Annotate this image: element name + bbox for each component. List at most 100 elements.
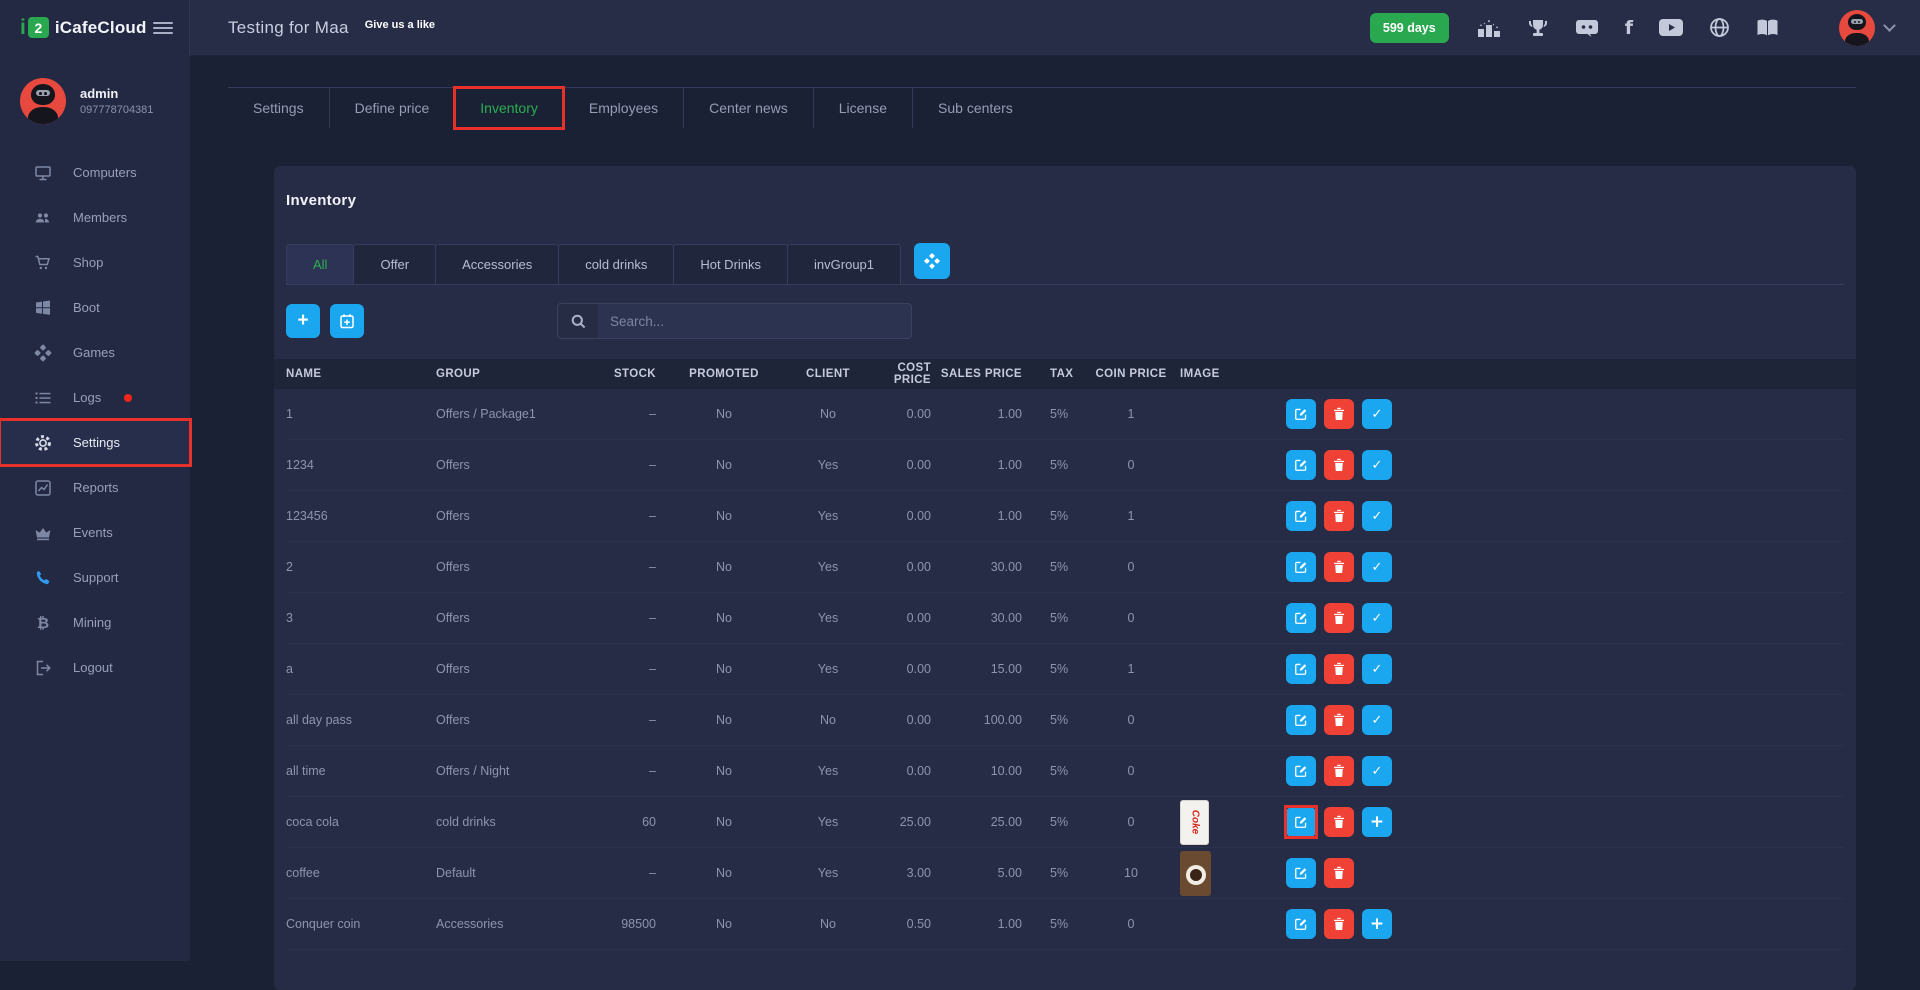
discord-icon[interactable] bbox=[1575, 19, 1599, 37]
tab-center-news[interactable]: Center news bbox=[684, 88, 814, 128]
cell-promoted: No bbox=[662, 866, 786, 880]
check-button[interactable]: ✓ bbox=[1362, 756, 1392, 786]
give-us-a-like-link[interactable]: Give us a like bbox=[365, 19, 435, 31]
facebook-icon[interactable]: f bbox=[1625, 17, 1633, 39]
tab-define-price[interactable]: Define price bbox=[330, 88, 456, 128]
col-header-cost-price: COST PRICE bbox=[870, 362, 937, 386]
edit-button[interactable] bbox=[1286, 603, 1316, 633]
support-icon bbox=[34, 569, 52, 587]
sidebar-item-label: Reports bbox=[73, 480, 119, 495]
sidebar-item-support[interactable]: Support bbox=[0, 555, 190, 600]
tab-sub-centers[interactable]: Sub centers bbox=[913, 88, 1038, 128]
globe-icon[interactable] bbox=[1709, 17, 1730, 38]
sidebar-item-reports[interactable]: Reports bbox=[0, 465, 190, 510]
account-menu[interactable] bbox=[1839, 10, 1894, 46]
sidebar-item-members[interactable]: Members bbox=[0, 195, 190, 240]
plus-button[interactable]: + bbox=[1362, 909, 1392, 939]
group-tab-cold-drinks[interactable]: cold drinks bbox=[558, 244, 674, 284]
cell-sales-price: 10.00 bbox=[937, 764, 1028, 778]
check-icon: ✓ bbox=[1372, 662, 1383, 677]
search-input[interactable] bbox=[598, 304, 911, 338]
add-schedule-button[interactable] bbox=[330, 304, 364, 338]
cell-coin-price: 10 bbox=[1090, 866, 1172, 880]
sidebar-item-settings[interactable]: Settings bbox=[0, 420, 190, 465]
edit-button[interactable] bbox=[1286, 654, 1316, 684]
group-tab-hot-drinks[interactable]: Hot Drinks bbox=[673, 244, 788, 284]
delete-button[interactable] bbox=[1324, 552, 1354, 582]
group-tab-accessories[interactable]: Accessories bbox=[435, 244, 559, 284]
product-image-coffee bbox=[1180, 851, 1211, 896]
check-button[interactable]: ✓ bbox=[1362, 603, 1392, 633]
youtube-icon[interactable] bbox=[1659, 19, 1683, 36]
delete-button[interactable] bbox=[1324, 909, 1354, 939]
edit-button[interactable] bbox=[1286, 501, 1316, 531]
tab-settings[interactable]: Settings bbox=[228, 88, 330, 128]
check-button[interactable]: ✓ bbox=[1362, 654, 1392, 684]
edit-button[interactable] bbox=[1286, 450, 1316, 480]
delete-button[interactable] bbox=[1324, 858, 1354, 888]
sidebar-item-mining[interactable]: ₿ Mining bbox=[0, 600, 190, 645]
ranking-icon[interactable] bbox=[1477, 18, 1501, 38]
menu-toggle-icon[interactable] bbox=[153, 19, 173, 37]
cell-name: all day pass bbox=[286, 713, 436, 727]
inventory-group-tabs: All Offer Accessories cold drinks Hot Dr… bbox=[286, 243, 1844, 285]
edit-button[interactable] bbox=[1286, 909, 1316, 939]
days-remaining-badge[interactable]: 599 days bbox=[1370, 13, 1449, 43]
delete-button[interactable] bbox=[1324, 399, 1354, 429]
check-button[interactable]: ✓ bbox=[1362, 501, 1392, 531]
edit-button[interactable] bbox=[1286, 858, 1316, 888]
edit-button[interactable] bbox=[1286, 705, 1316, 735]
add-item-button[interactable]: + bbox=[286, 304, 320, 338]
cell-promoted: No bbox=[662, 713, 786, 727]
sidebar-item-shop[interactable]: Shop bbox=[0, 240, 190, 285]
trophy-icon[interactable] bbox=[1527, 18, 1549, 38]
mining-icon: ₿ bbox=[34, 614, 52, 632]
delete-button[interactable] bbox=[1324, 450, 1354, 480]
sidebar-item-games[interactable]: Games bbox=[0, 330, 190, 375]
check-button[interactable]: ✓ bbox=[1362, 705, 1392, 735]
cell-tax: 5% bbox=[1028, 662, 1090, 676]
cell-actions bbox=[1268, 858, 1844, 888]
cell-tax: 5% bbox=[1028, 509, 1090, 523]
logo-text: iCafeCloud bbox=[55, 18, 147, 38]
group-tab-offer[interactable]: Offer bbox=[353, 244, 436, 284]
tab-employees[interactable]: Employees bbox=[564, 88, 684, 128]
edit-button[interactable] bbox=[1286, 807, 1316, 837]
main-content: Settings Define price Inventory Employee… bbox=[190, 56, 1920, 961]
plus-button[interactable]: + bbox=[1362, 807, 1392, 837]
cell-client: Yes bbox=[786, 662, 870, 676]
check-icon: ✓ bbox=[1372, 560, 1383, 575]
delete-button[interactable] bbox=[1324, 501, 1354, 531]
sidebar-item-label: Events bbox=[73, 525, 113, 540]
edit-button[interactable] bbox=[1286, 756, 1316, 786]
sidebar-item-boot[interactable]: Boot bbox=[0, 285, 190, 330]
check-button[interactable]: ✓ bbox=[1362, 552, 1392, 582]
sidebar-item-events[interactable]: Events bbox=[0, 510, 190, 555]
delete-button[interactable] bbox=[1324, 654, 1354, 684]
check-button[interactable]: ✓ bbox=[1362, 450, 1392, 480]
cell-cost-price: 0.50 bbox=[870, 917, 937, 931]
manage-groups-button[interactable] bbox=[914, 243, 950, 279]
tab-license[interactable]: License bbox=[814, 88, 913, 128]
delete-button[interactable] bbox=[1324, 756, 1354, 786]
sidebar-item-logout[interactable]: Logout bbox=[0, 645, 190, 690]
sidebar-item-logs[interactable]: Logs bbox=[0, 375, 190, 420]
app-logo[interactable]: i 2 iCafeCloud bbox=[20, 16, 147, 40]
check-button[interactable]: ✓ bbox=[1362, 399, 1392, 429]
delete-button[interactable] bbox=[1324, 807, 1354, 837]
edit-button[interactable] bbox=[1286, 399, 1316, 429]
tab-inventory[interactable]: Inventory bbox=[455, 88, 564, 128]
cell-group: Default bbox=[436, 866, 576, 880]
cell-stock: – bbox=[576, 764, 662, 778]
user-avatar[interactable] bbox=[20, 78, 66, 124]
guide-book-icon[interactable] bbox=[1756, 18, 1779, 37]
inventory-table-body: 1 Offers / Package1 – No No 0.00 1.00 5%… bbox=[286, 389, 1844, 950]
cell-sales-price: 30.00 bbox=[937, 560, 1028, 574]
edit-icon bbox=[1294, 509, 1308, 523]
edit-button[interactable] bbox=[1286, 552, 1316, 582]
group-tab-all[interactable]: All bbox=[286, 244, 354, 284]
delete-button[interactable] bbox=[1324, 603, 1354, 633]
sidebar-item-computers[interactable]: Computers bbox=[0, 150, 190, 195]
group-tab-invgroup1[interactable]: invGroup1 bbox=[787, 244, 901, 284]
delete-button[interactable] bbox=[1324, 705, 1354, 735]
